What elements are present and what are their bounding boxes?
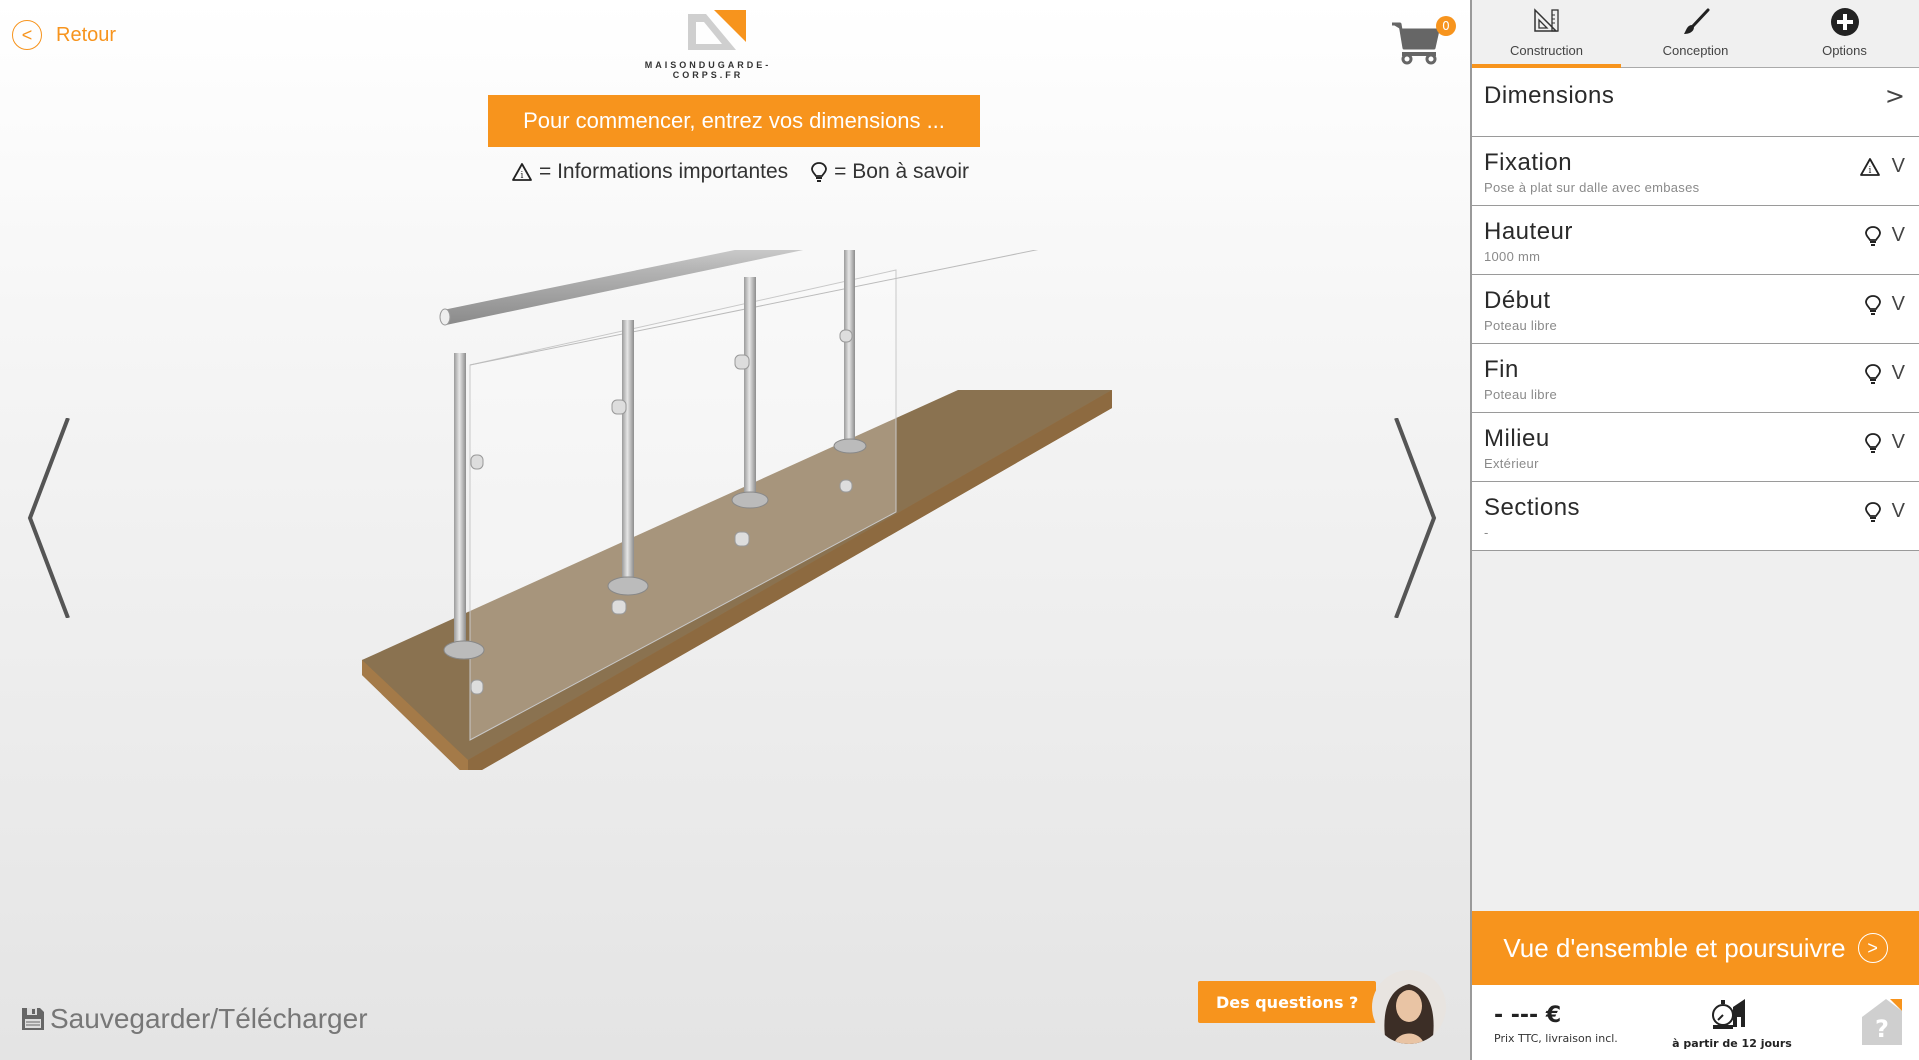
save-download-label: Sauvegarder/Télécharger [50,1003,368,1034]
row-subtitle: Poteau libre [1484,387,1557,402]
price-note: Prix TTC, livraison incl. [1494,1032,1618,1045]
railing-3d-model[interactable] [350,250,1130,770]
lightbulb-icon[interactable] [1864,363,1882,385]
chevron-left-icon: < [12,20,42,50]
icon-legend: i = Informations importantes = Bon à sav… [480,160,1000,184]
floppy-disk-icon [22,1008,44,1030]
row-hauteur[interactable]: Hauteur 1000 mm V [1472,206,1919,275]
row-title: Dimensions [1484,82,1615,109]
row-title: Milieu [1484,425,1550,452]
tab-conception[interactable]: Conception [1621,0,1770,67]
chevron-down-icon: V [1891,362,1905,384]
chevron-down-icon: V [1891,224,1905,246]
back-button[interactable]: < Retour [12,20,116,50]
price-footer: - --- € Prix TTC, livraison incl. à part… [1472,985,1919,1060]
plus-circle-icon [1830,8,1859,36]
row-debut[interactable]: Début Poteau libre V [1472,275,1919,344]
legend-warning-text: = Informations importantes [538,160,789,183]
row-subtitle: Pose à plat sur dalle avec embases [1484,180,1700,195]
lightbulb-icon[interactable] [1864,501,1882,523]
price-value: - --- € [1494,1003,1562,1028]
lightbulb-icon[interactable] [1864,432,1882,454]
3d-viewport[interactable]: < Retour MAISONDUGARDE-CORPS.FR 0 Pour c… [0,0,1470,1060]
row-title: Début [1484,287,1551,314]
chevron-down-icon: V [1891,155,1905,177]
row-subtitle: Extérieur [1484,456,1539,471]
svg-text:?: ? [1875,1015,1889,1043]
row-title: Sections [1484,494,1581,521]
tab-construction[interactable]: Construction [1472,0,1621,68]
row-dimensions[interactable]: Dimensions > [1472,68,1919,137]
help-house-icon[interactable]: ? [1860,997,1904,1045]
row-fin[interactable]: Fin Poteau libre V [1472,344,1919,413]
tab-options[interactable]: Options [1770,0,1919,67]
price-block: - --- € Prix TTC, livraison incl. [1494,1003,1618,1045]
set-square-icon [1533,8,1559,32]
panel-tabs: Construction Conception Options [1472,0,1919,68]
questions-button[interactable]: Des questions ? [1198,981,1384,1023]
lightbulb-icon [811,162,828,182]
chevron-down-icon: V [1891,500,1905,522]
row-sections[interactable]: Sections - V [1472,482,1919,551]
row-title: Hauteur [1484,218,1573,245]
row-title: Fin [1484,356,1519,383]
lightbulb-icon[interactable] [1864,294,1882,316]
warning-icon: i [512,163,532,181]
row-milieu[interactable]: Milieu Extérieur V [1472,413,1919,482]
chevron-down-icon: V [1891,431,1905,453]
svg-text:i: i [1868,166,1871,176]
lightbulb-icon[interactable] [1864,225,1882,247]
chevron-right-icon: > [1857,933,1888,963]
chevron-down-icon: V [1891,293,1905,315]
brand-name: MAISONDUGARDE-CORPS.FR [644,60,772,80]
tab-label: Conception [1662,43,1729,58]
cart-count-badge: 0 [1436,16,1456,36]
delivery-text: à partir de 12 jours [1672,1037,1792,1050]
row-subtitle: 1000 mm [1484,249,1541,264]
save-download-button[interactable]: Sauvegarder/Télécharger [20,1003,368,1035]
paintbrush-icon [1683,8,1709,34]
start-banner[interactable]: Pour commencer, entrez vos dimensions ..… [488,95,980,147]
advisor-avatar[interactable] [1372,970,1446,1044]
warning-icon[interactable]: i [1858,157,1882,177]
row-subtitle: - [1484,525,1489,540]
back-label: Retour [56,23,117,46]
legend-tip-text: = Bon à savoir [834,160,970,183]
delivery-block: à partir de 12 jours [1667,997,1797,1050]
row-title: Fixation [1484,149,1573,176]
chevron-right-icon: > [1884,82,1905,110]
tab-label: Options [1822,43,1867,58]
row-fixation[interactable]: Fixation Pose à plat sur dalle avec emba… [1472,137,1919,206]
tab-label: Construction [1510,43,1583,58]
configuration-panel: Construction Conception Options Dimensio… [1470,0,1919,1060]
row-subtitle: Poteau libre [1484,318,1557,333]
previous-view-arrow[interactable] [24,418,74,618]
next-view-arrow[interactable] [1390,418,1440,618]
svg-text:i: i [521,171,524,181]
overview-continue-button[interactable]: Vue d'ensemble et poursuivre > [1472,911,1919,985]
stopwatch-house-icon [1712,999,1745,1029]
cta-label: Vue d'ensemble et poursuivre [1503,932,1846,963]
